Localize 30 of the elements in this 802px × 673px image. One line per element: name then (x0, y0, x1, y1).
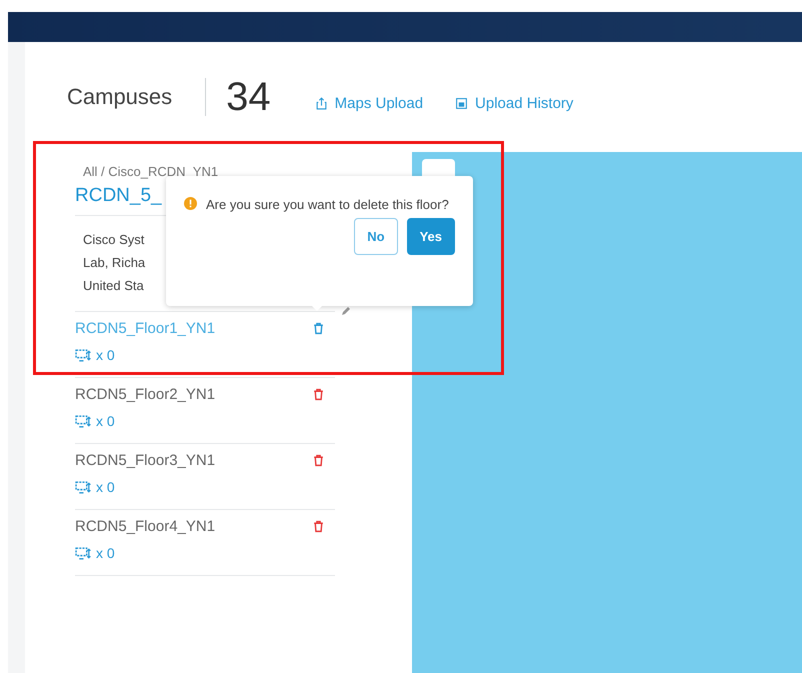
campus-count: 34 (226, 74, 271, 120)
address-line: United Sta (83, 277, 144, 295)
device-count: x 0 (96, 545, 115, 561)
header-link[interactable]: Maps Upload (314, 94, 424, 112)
device-count: x 0 (96, 413, 115, 429)
delete-icon[interactable] (312, 322, 325, 335)
upload-icon (314, 96, 328, 110)
devices-icon (75, 348, 92, 362)
floor-name[interactable]: RCDN5_Floor3_YN1 (75, 452, 216, 469)
image-icon (455, 96, 468, 110)
page-title: Campuses (67, 84, 172, 110)
warning-icon (184, 197, 197, 210)
device-count: x 0 (96, 479, 115, 495)
cancel-button[interactable]: No (354, 218, 398, 255)
delete-icon[interactable] (312, 454, 325, 467)
breadcrumb: All / Cisco_RCDN_YN1 (82, 164, 220, 179)
address-line: Lab, Richa (83, 254, 146, 272)
confirm-message: Are you sure you want to delete this floor? (206, 196, 450, 214)
header-link[interactable]: Upload History (455, 94, 574, 112)
devices-icon (75, 546, 92, 560)
device-count: x 0 (96, 347, 115, 363)
floor-name[interactable]: RCDN5_Floor2_YN1 (75, 386, 216, 403)
floor-name[interactable]: RCDN5_Floor1_YN1 (75, 320, 216, 337)
devices-icon (75, 414, 92, 428)
confirm-button[interactable]: Yes (406, 218, 455, 255)
delete-icon[interactable] (312, 388, 325, 401)
floor-name[interactable]: RCDN5_Floor4_YN1 (75, 518, 216, 535)
devices-icon (75, 480, 92, 494)
address-line: Cisco Syst (83, 231, 144, 249)
delete-icon[interactable] (312, 520, 325, 533)
